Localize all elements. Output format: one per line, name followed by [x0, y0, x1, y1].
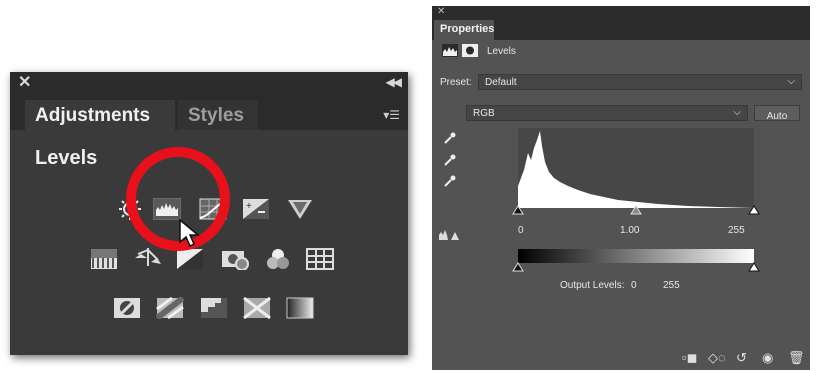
- histogram: [518, 128, 754, 208]
- levels-adjustment-icon: [442, 44, 458, 57]
- output-gradient: [518, 249, 754, 263]
- color-lookup-icon[interactable]: [306, 248, 334, 270]
- output-black-slider: [512, 262, 524, 272]
- panel-title-bar: [432, 6, 810, 20]
- color-balance-icon[interactable]: [134, 246, 162, 268]
- tab-styles-label: Styles: [188, 105, 244, 126]
- invert-icon[interactable]: [113, 297, 141, 319]
- posterize-icon[interactable]: [156, 297, 184, 319]
- auto-button[interactable]: Auto: [754, 105, 800, 122]
- mouse-cursor: [179, 218, 200, 248]
- channel-mixer-icon[interactable]: [264, 248, 292, 270]
- white-eyedropper-icon[interactable]: [444, 175, 456, 187]
- input-gamma-value[interactable]: 1.00: [620, 225, 639, 236]
- tab-adjustments[interactable]: Adjustments: [25, 100, 175, 130]
- section-title: Levels: [35, 147, 98, 169]
- chevron-down-icon: ⌵: [733, 107, 741, 118]
- svg-text:+: +: [246, 201, 252, 212]
- tab-styles[interactable]: Styles: [178, 100, 258, 130]
- preset-value: Default: [485, 77, 517, 88]
- trash-icon[interactable]: 🗑: [788, 350, 805, 366]
- gray-eyedropper-icon[interactable]: [444, 154, 456, 166]
- visibility-eye-icon[interactable]: ◉: [762, 350, 773, 366]
- photo-filter-icon[interactable]: [221, 248, 249, 270]
- preset-dropdown[interactable]: Default ⌵: [478, 74, 802, 90]
- close-icon[interactable]: ✕: [18, 74, 31, 92]
- chevron-down-icon: ⌵: [787, 76, 795, 87]
- levels-clip-icon[interactable]: [438, 229, 460, 241]
- exposure-icon[interactable]: +: [242, 198, 270, 220]
- output-slider-track: [512, 262, 760, 272]
- auto-label: Auto: [766, 111, 788, 122]
- output-levels-label: Output Levels:: [560, 280, 625, 291]
- channel-value: RGB: [473, 108, 495, 119]
- collapse-icon[interactable]: ◀◀: [386, 75, 403, 89]
- black-white-icon[interactable]: [176, 248, 204, 270]
- gradient-map-icon[interactable]: [286, 297, 314, 319]
- properties-panel: ✕ Properties Levels Preset: Default ⌵ RG…: [432, 6, 810, 370]
- threshold-icon[interactable]: [200, 297, 228, 319]
- input-black-value[interactable]: 0: [518, 225, 524, 236]
- tab-properties[interactable]: Properties: [434, 20, 494, 40]
- input-white-value[interactable]: 255: [728, 225, 745, 236]
- output-white-slider: [748, 262, 760, 272]
- view-previous-state-icon[interactable]: ◇◌: [708, 350, 726, 366]
- gamma-slider: [630, 205, 642, 215]
- panel-menu-icon[interactable]: ▾☰: [383, 108, 400, 122]
- reset-icon[interactable]: ↺: [736, 350, 747, 366]
- close-icon[interactable]: ✕: [437, 6, 445, 17]
- output-black-value[interactable]: 0: [631, 280, 637, 291]
- input-slider-track: [512, 205, 760, 215]
- preset-label: Preset:: [440, 77, 472, 88]
- vibrance-icon[interactable]: [286, 198, 314, 220]
- adjustment-title: Levels: [487, 46, 516, 57]
- adjustments-panel: ✕ ◀◀ Adjustments Styles ▾☰ Levels +: [10, 72, 408, 355]
- black-point-slider: [512, 205, 524, 215]
- layer-mask-icon[interactable]: [462, 44, 478, 57]
- tab-adjustments-label: Adjustments: [35, 105, 151, 126]
- hue-saturation-icon[interactable]: [90, 248, 118, 270]
- panel-title-bar: [10, 72, 408, 94]
- output-white-value[interactable]: 255: [663, 280, 680, 291]
- black-eyedropper-icon[interactable]: [444, 132, 456, 144]
- white-point-slider: [748, 205, 760, 215]
- tab-properties-label: Properties: [440, 23, 495, 35]
- clip-to-layer-icon[interactable]: ▫◼: [682, 350, 697, 366]
- selective-color-icon[interactable]: [243, 297, 271, 319]
- channel-dropdown[interactable]: RGB ⌵: [466, 105, 748, 121]
